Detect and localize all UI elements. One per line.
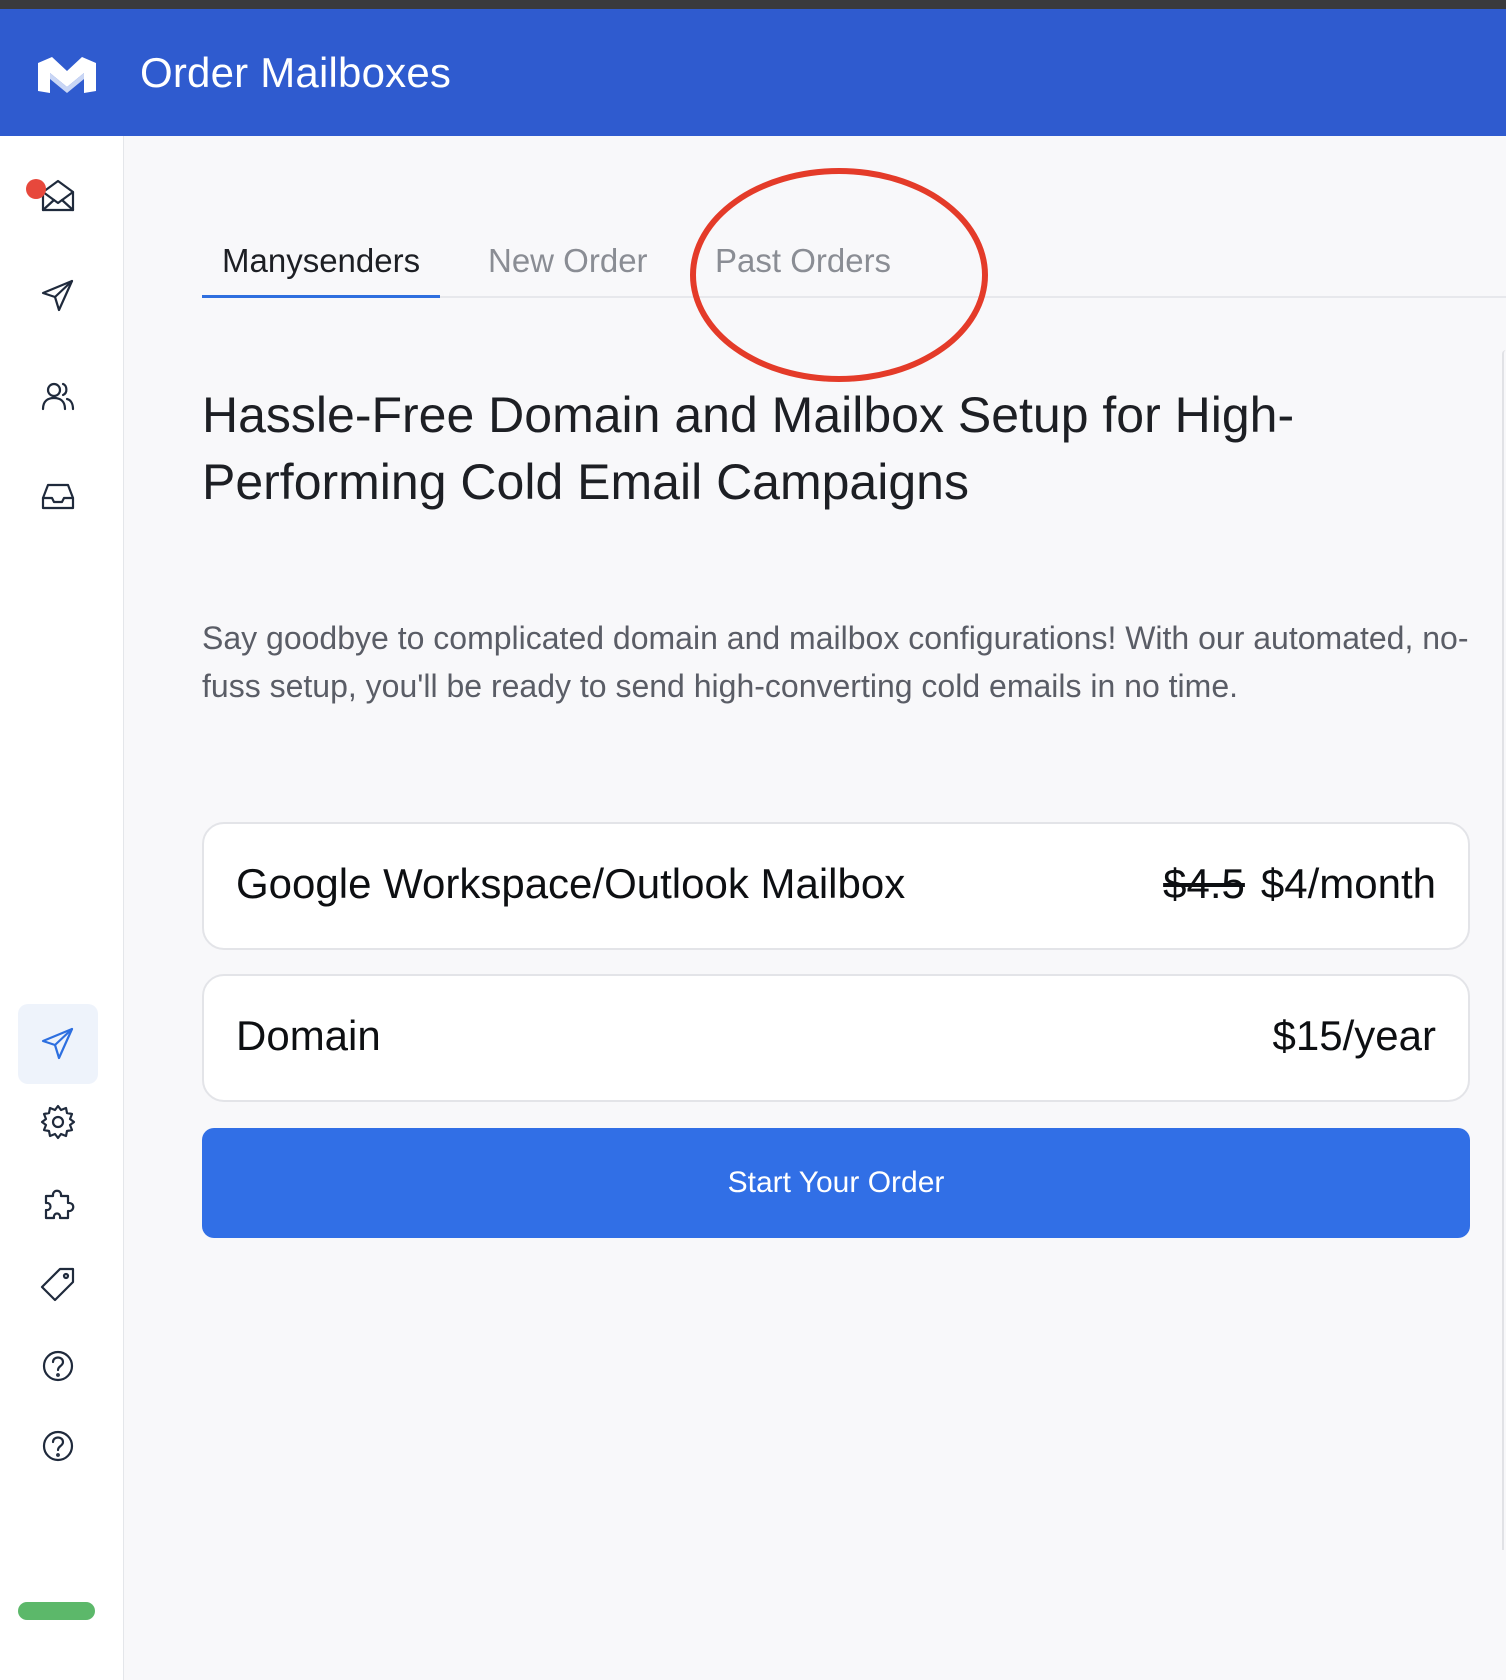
- start-order-button[interactable]: Start Your Order: [202, 1128, 1470, 1238]
- app-header: Order Mailboxes: [0, 9, 1506, 136]
- product-label: Domain: [236, 1012, 381, 1059]
- puzzle-icon: [44, 1189, 75, 1220]
- sidebar-item-contacts[interactable]: [30, 368, 86, 424]
- current-price: $4/month: [1260, 860, 1436, 907]
- app-title: Order Mailboxes: [140, 49, 452, 96]
- sidebar-item-pricing[interactable]: [30, 1256, 86, 1312]
- sidebar-item-campaigns[interactable]: [30, 268, 86, 324]
- product-card-mailbox: Google Workspace/Outlook Mailbox $4.5 $4/…: [202, 822, 1470, 950]
- window-top-strip: [0, 0, 1506, 9]
- sidebar: [0, 136, 124, 1680]
- help-circle-icon: [42, 1350, 74, 1382]
- sidebar-item-integrations[interactable]: [30, 1176, 86, 1232]
- gear-icon: [40, 1104, 76, 1140]
- panel-edge: [1502, 350, 1506, 1550]
- sidebar-item-settings[interactable]: [30, 1094, 86, 1150]
- notification-dot: [26, 179, 46, 199]
- product-price: $4.5 $4/month: [1163, 860, 1436, 908]
- sidebar-item-support[interactable]: [30, 1418, 86, 1474]
- m-logo-icon[interactable]: [36, 55, 98, 95]
- old-price: $4.5: [1163, 860, 1245, 907]
- tag-icon: [40, 1267, 75, 1302]
- tab-manysenders[interactable]: Manysenders: [202, 228, 441, 298]
- sidebar-item-order-mailboxes[interactable]: [18, 1004, 98, 1084]
- tab-new-order[interactable]: New Order: [468, 228, 668, 298]
- current-price: $15/year: [1272, 1012, 1436, 1059]
- users-icon: [41, 382, 75, 411]
- product-label: Google Workspace/Outlook Mailbox: [236, 860, 906, 907]
- inbox-icon: [41, 483, 75, 510]
- sidebar-item-help[interactable]: [30, 1338, 86, 1394]
- product-card-domain: Domain $15/year: [202, 974, 1470, 1102]
- status-pill: [18, 1602, 95, 1620]
- help-circle-icon: [42, 1430, 74, 1462]
- page-description: Say goodbye to complicated domain and ma…: [202, 620, 1469, 704]
- send-active-icon: [41, 1027, 74, 1060]
- send-icon: [41, 279, 74, 312]
- sidebar-item-inbox[interactable]: [30, 468, 86, 524]
- page-headline: Hassle-Free Domain and Mailbox Setup for…: [202, 387, 1295, 510]
- annotation-circle: [690, 168, 988, 382]
- product-price: $15/year: [1273, 1012, 1436, 1060]
